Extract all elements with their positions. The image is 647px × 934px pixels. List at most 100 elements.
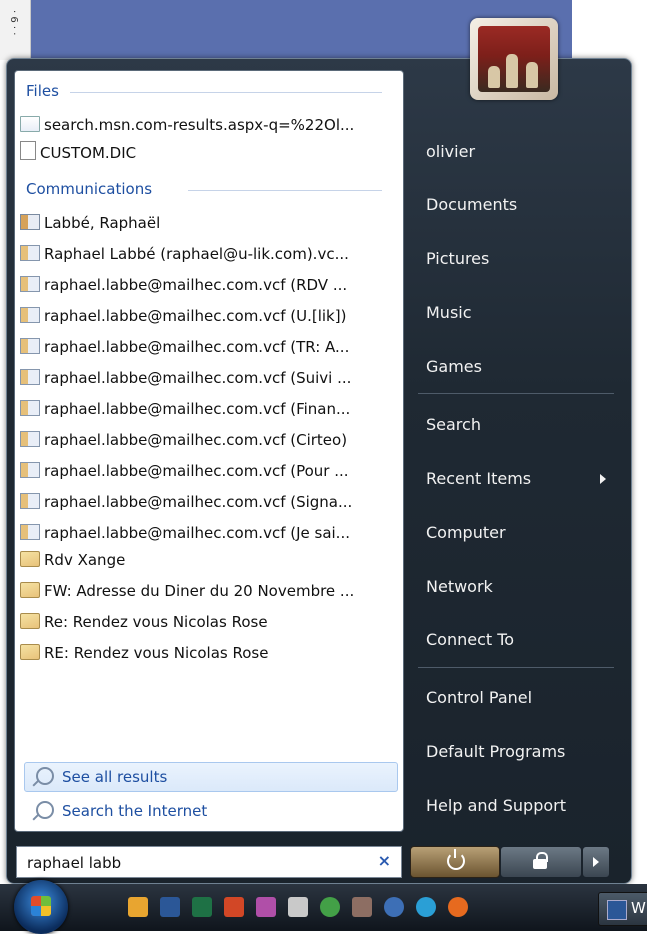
result-item[interactable]: raphael.labbe@mailhec.com.vcf (Signa... xyxy=(20,489,382,515)
email-icon xyxy=(20,551,40,567)
result-label: raphael.labbe@mailhec.com.vcf (Suivi ... xyxy=(44,369,352,387)
result-item[interactable]: CUSTOM.DIC xyxy=(20,140,382,166)
email-icon xyxy=(20,613,40,629)
result-label: raphael.labbe@mailhec.com.vcf (Signa... xyxy=(44,493,353,511)
taskbar-word-button[interactable]: W xyxy=(598,892,647,926)
help-and-support-link[interactable]: Help and Support xyxy=(426,796,566,815)
documents-link[interactable]: Documents xyxy=(426,195,517,214)
result-label: raphael.labbe@mailhec.com.vcf (Finan... xyxy=(44,400,351,418)
result-item[interactable]: raphael.labbe@mailhec.com.vcf (Je sai... xyxy=(20,520,382,546)
powerpoint-icon[interactable] xyxy=(224,897,244,917)
vcard-icon xyxy=(20,524,40,540)
windows-logo-icon xyxy=(31,896,51,916)
network-link[interactable]: Network xyxy=(426,577,493,596)
result-item[interactable]: raphael.labbe@mailhec.com.vcf (RDV ... xyxy=(20,272,382,298)
vcard-icon xyxy=(20,276,40,292)
shutdown-options-button[interactable] xyxy=(582,846,610,878)
user-picture[interactable] xyxy=(470,18,558,100)
web-page-icon xyxy=(20,116,40,132)
result-label: raphael.labbe@mailhec.com.vcf (Pour ... xyxy=(44,462,349,480)
result-label: FW: Adresse du Diner du 20 Novembre ... xyxy=(44,582,355,600)
clock-icon[interactable] xyxy=(128,897,148,917)
result-item[interactable]: raphael.labbe@mailhec.com.vcf (Suivi ... xyxy=(20,365,382,391)
vcard-icon xyxy=(20,307,40,323)
vcard-icon xyxy=(20,431,40,447)
start-search-box: × xyxy=(16,846,402,878)
result-item[interactable]: Rdv Xange xyxy=(20,547,382,573)
search-icon xyxy=(36,767,54,785)
result-label: RE: Rendez vous Nicolas Rose xyxy=(44,644,269,662)
music-link[interactable]: Music xyxy=(426,303,472,322)
control-panel-link[interactable]: Control Panel xyxy=(426,688,532,707)
firefox-icon[interactable] xyxy=(448,897,468,917)
result-label: raphael.labbe@mailhec.com.vcf (Je sai... xyxy=(44,524,350,542)
result-item[interactable]: raphael.labbe@mailhec.com.vcf (Finan... xyxy=(20,396,382,422)
computer-link[interactable]: Computer xyxy=(426,523,506,542)
result-item[interactable]: Raphael Labbé (raphael@u-lik.com).vc... xyxy=(20,241,382,267)
games-link[interactable]: Games xyxy=(426,357,482,376)
paint-icon[interactable] xyxy=(256,897,276,917)
recent-items-label: Recent Items xyxy=(426,469,532,488)
result-item[interactable]: Re: Rendez vous Nicolas Rose xyxy=(20,609,382,635)
vcard-icon xyxy=(20,245,40,261)
result-label: raphael.labbe@mailhec.com.vcf (RDV ... xyxy=(44,276,348,294)
communications-section-header: Communications xyxy=(26,180,382,198)
result-item[interactable]: raphael.labbe@mailhec.com.vcf (Pour ... xyxy=(20,458,382,484)
result-label: raphael.labbe@mailhec.com.vcf (U.[lik]) xyxy=(44,307,347,325)
divider xyxy=(418,393,614,394)
default-programs-link[interactable]: Default Programs xyxy=(426,742,565,761)
connect-to-link[interactable]: Connect To xyxy=(426,630,514,649)
document-icon xyxy=(20,141,36,160)
vcard-icon xyxy=(20,493,40,509)
divider xyxy=(188,190,382,191)
ruler: · 6 · · xyxy=(0,0,31,60)
search-link[interactable]: Search xyxy=(426,415,481,434)
ie-icon[interactable] xyxy=(416,897,436,917)
search-icon xyxy=(36,801,54,819)
recent-items-link[interactable]: Recent Items xyxy=(426,469,607,488)
communications-header-label: Communications xyxy=(26,180,153,198)
result-label: raphael.labbe@mailhec.com.vcf (Cirteo) xyxy=(44,431,348,449)
divider xyxy=(418,667,614,668)
result-label: raphael.labbe@mailhec.com.vcf (TR: A... xyxy=(44,338,350,356)
result-label: Labbé, Raphaël xyxy=(44,214,161,232)
user-name-link[interactable]: olivier xyxy=(426,142,475,161)
email-icon xyxy=(20,644,40,660)
start-button[interactable] xyxy=(14,880,68,934)
result-item[interactable]: search.msn.com-results.aspx-q=%22Ol... xyxy=(20,112,382,138)
email-icon xyxy=(20,582,40,598)
messenger-icon[interactable] xyxy=(384,897,404,917)
result-item[interactable]: raphael.labbe@mailhec.com.vcf (Cirteo) xyxy=(20,427,382,453)
search-input[interactable] xyxy=(25,852,359,874)
globe-icon[interactable] xyxy=(320,897,340,917)
background-window-edge xyxy=(572,0,647,60)
search-internet-label: Search the Internet xyxy=(62,802,208,820)
result-item[interactable]: raphael.labbe@mailhec.com.vcf (TR: A... xyxy=(20,334,382,360)
result-item[interactable]: raphael.labbe@mailhec.com.vcf (U.[lik]) xyxy=(20,303,382,329)
result-label: Raphael Labbé (raphael@u-lik.com).vc... xyxy=(44,245,349,263)
vcard-icon xyxy=(20,400,40,416)
contact-card-icon xyxy=(20,214,40,230)
files-section-header: Files xyxy=(26,82,382,100)
result-label: CUSTOM.DIC xyxy=(40,144,137,162)
result-label: search.msn.com-results.aspx-q=%22Ol... xyxy=(44,116,355,134)
see-all-results-link[interactable]: See all results xyxy=(36,767,167,786)
tools-icon[interactable] xyxy=(352,897,372,917)
search-internet-link[interactable]: Search the Internet xyxy=(36,801,207,820)
power-icon xyxy=(447,849,465,870)
result-item[interactable]: Labbé, Raphaël xyxy=(20,210,382,236)
clear-search-button[interactable]: × xyxy=(378,851,391,870)
word-icon[interactable] xyxy=(160,897,180,917)
pictures-link[interactable]: Pictures xyxy=(426,249,489,268)
excel-icon[interactable] xyxy=(192,897,212,917)
taskbar: W xyxy=(0,880,647,934)
files-header-label: Files xyxy=(26,82,59,100)
vcard-icon xyxy=(20,462,40,478)
lock-button[interactable] xyxy=(500,846,582,878)
power-button[interactable] xyxy=(410,846,500,878)
stack-icon[interactable] xyxy=(288,897,308,917)
see-all-results-label: See all results xyxy=(62,768,168,786)
result-item[interactable]: RE: Rendez vous Nicolas Rose xyxy=(20,640,382,666)
result-item[interactable]: FW: Adresse du Diner du 20 Novembre ... xyxy=(20,578,382,604)
vcard-icon xyxy=(20,369,40,385)
